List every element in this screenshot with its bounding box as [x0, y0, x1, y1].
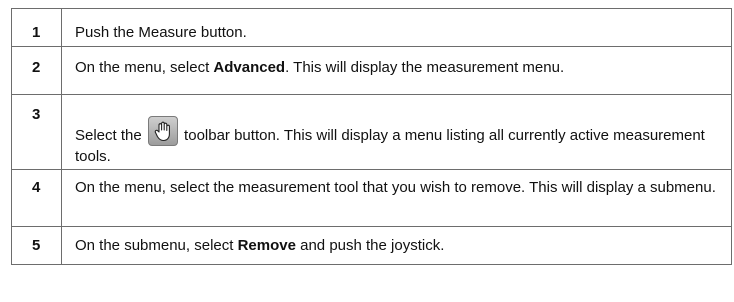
step-number: 2 — [11, 46, 62, 95]
step-text: Push the Measure button. — [61, 8, 732, 47]
step-number: 1 — [11, 8, 62, 47]
step-text-part: and push the joystick. — [295, 237, 445, 254]
step-text-bold: Remove — [237, 237, 296, 254]
step-number: 4 — [11, 169, 62, 227]
step-number: 5 — [11, 226, 62, 265]
step-text-bold: Advanced — [213, 59, 286, 76]
step-text: Select the toolbar button. This will dis… — [61, 94, 732, 170]
hand-pointer-icon — [147, 116, 178, 146]
step-row: 3 Select the toolbar button. This will d… — [11, 94, 732, 170]
step-number: 3 — [11, 94, 62, 170]
instruction-steps-table: 1 Push the Measure button. 2 On the menu… — [11, 8, 732, 265]
step-text: On the menu, select Advanced. This will … — [61, 46, 732, 95]
step-text: On the submenu, select Remove and push t… — [61, 226, 732, 265]
step-text-part: . This will display the measurement menu… — [285, 59, 565, 76]
step-text-part: On the menu, select — [75, 59, 214, 76]
step-text: On the menu, select the measurement tool… — [61, 169, 732, 227]
step-row: 5 On the submenu, select Remove and push… — [11, 226, 732, 265]
step-text-part: Select the — [75, 127, 146, 144]
step-row: 2 On the menu, select Advanced. This wil… — [11, 46, 732, 95]
step-row: 4 On the menu, select the measurement to… — [11, 169, 732, 227]
step-row: 1 Push the Measure button. — [11, 8, 732, 47]
step-text-part: On the submenu, select — [75, 237, 238, 254]
